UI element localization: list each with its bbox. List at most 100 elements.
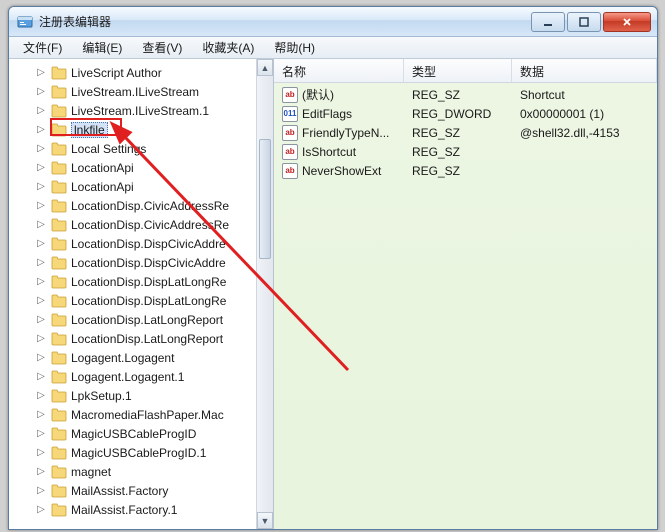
- expand-icon[interactable]: ▷: [35, 295, 47, 307]
- tree-item[interactable]: ▷LocationApi: [13, 158, 273, 177]
- maximize-button[interactable]: [567, 12, 601, 32]
- folder-icon: [51, 123, 67, 137]
- tree-item[interactable]: ▷ Local Settings: [13, 139, 273, 158]
- tree-item[interactable]: ▷lnkfile: [13, 120, 273, 139]
- expand-icon[interactable]: ▷: [35, 105, 47, 117]
- list-body[interactable]: ab(默认)REG_SZShortcut011EditFlagsREG_DWOR…: [274, 83, 657, 529]
- tree-item[interactable]: ▷ LocationDisp.LatLongReport: [13, 310, 273, 329]
- registry-tree: ▷LiveScript Author▷LiveStream.ILiveStrea…: [9, 59, 273, 523]
- tree-item[interactable]: ▷LocationDisp.LatLongReport: [13, 329, 273, 348]
- header-name[interactable]: 名称: [274, 59, 404, 82]
- list-row[interactable]: ab(默认)REG_SZShortcut: [274, 85, 657, 104]
- expand-icon[interactable]: ▷: [35, 200, 47, 212]
- expand-icon[interactable]: ▷: [35, 428, 47, 440]
- expand-icon[interactable]: ▷: [35, 371, 47, 383]
- scroll-thumb[interactable]: [259, 139, 271, 259]
- string-value-icon: ab: [282, 87, 298, 103]
- menu-favorites[interactable]: 收藏夹(A): [192, 37, 264, 58]
- tree-item[interactable]: ▷LocationDisp.DispCivicAddre: [13, 234, 273, 253]
- tree-item-label: LocationDisp.DispCivicAddre: [71, 256, 226, 270]
- window-buttons: [529, 12, 651, 32]
- tree-item[interactable]: ▷LocationApi: [13, 177, 273, 196]
- tree-item[interactable]: ▷MagicUSBCableProgID.1: [13, 443, 273, 462]
- expand-icon[interactable]: ▷: [35, 219, 47, 231]
- minimize-button[interactable]: [531, 12, 565, 32]
- tree-item-label: LocationDisp.LatLongReport: [71, 313, 223, 327]
- list-pane: 名称 类型 数据 ab(默认)REG_SZShortcut011EditFlag…: [274, 59, 657, 529]
- expand-icon[interactable]: ▷: [35, 485, 47, 497]
- expand-icon[interactable]: ▷: [35, 390, 47, 402]
- cell-type: REG_DWORD: [404, 107, 512, 121]
- header-type[interactable]: 类型: [404, 59, 512, 82]
- tree-item[interactable]: ▷LocationDisp.DispLatLongRe: [13, 291, 273, 310]
- expand-icon[interactable]: ▷: [35, 67, 47, 79]
- tree-item[interactable]: ▷LiveStream.ILiveStream.1: [13, 101, 273, 120]
- tree-item-label: Logagent.Logagent.1: [71, 370, 184, 384]
- list-row[interactable]: abFriendlyTypeN...REG_SZ@shell32.dll,-41…: [274, 123, 657, 142]
- close-button[interactable]: [603, 12, 651, 32]
- binary-value-icon: 011: [282, 106, 298, 122]
- tree-item-label: LpkSetup.1: [71, 389, 132, 403]
- tree-item[interactable]: ▷LocationDisp.DispLatLongRe: [13, 272, 273, 291]
- expand-icon[interactable]: ▷: [35, 314, 47, 326]
- expand-icon[interactable]: ▷: [35, 143, 47, 155]
- titlebar[interactable]: 注册表编辑器: [9, 7, 657, 37]
- scroll-up-button[interactable]: ▲: [257, 59, 273, 76]
- folder-icon: [51, 218, 67, 232]
- tree-item[interactable]: ▷ LocationDisp.DispCivicAddre: [13, 253, 273, 272]
- vertical-scrollbar[interactable]: ▲ ▼: [256, 59, 273, 529]
- folder-icon: [51, 161, 67, 175]
- expand-icon[interactable]: ▷: [35, 466, 47, 478]
- expand-icon[interactable]: ▷: [35, 181, 47, 193]
- list-row[interactable]: abIsShortcutREG_SZ: [274, 142, 657, 161]
- folder-icon: [51, 275, 67, 289]
- expand-icon[interactable]: ▷: [35, 504, 47, 516]
- expand-icon[interactable]: ▷: [35, 409, 47, 421]
- cell-data: 0x00000001 (1): [512, 107, 657, 121]
- folder-icon: [51, 408, 67, 422]
- expand-icon[interactable]: ▷: [35, 238, 47, 250]
- menu-file[interactable]: 文件(F): [13, 37, 72, 58]
- folder-icon: [51, 199, 67, 213]
- window-title: 注册表编辑器: [39, 13, 529, 30]
- menu-help[interactable]: 帮助(H): [264, 37, 325, 58]
- expand-icon[interactable]: ▷: [35, 333, 47, 345]
- cell-type: REG_SZ: [404, 145, 512, 159]
- menu-edit[interactable]: 编辑(E): [72, 37, 132, 58]
- expand-icon[interactable]: ▷: [35, 352, 47, 364]
- folder-icon: [51, 104, 67, 118]
- cell-name: abNeverShowExt: [274, 163, 404, 179]
- header-data[interactable]: 数据: [512, 59, 657, 82]
- tree-item[interactable]: ▷ magnet: [13, 462, 273, 481]
- expand-icon[interactable]: ▷: [35, 447, 47, 459]
- tree-item[interactable]: ▷ LpkSetup.1: [13, 386, 273, 405]
- list-header: 名称 类型 数据: [274, 59, 657, 83]
- expand-icon[interactable]: ▷: [35, 257, 47, 269]
- tree-item[interactable]: ▷MacromediaFlashPaper.Mac: [13, 405, 273, 424]
- tree-item[interactable]: ▷MailAssist.Factory.1: [13, 500, 273, 519]
- tree-item-label: magnet: [71, 465, 111, 479]
- expand-icon[interactable]: ▷: [35, 124, 47, 136]
- menu-view[interactable]: 查看(V): [132, 37, 192, 58]
- folder-icon: [51, 484, 67, 498]
- cell-name: abFriendlyTypeN...: [274, 125, 404, 141]
- scroll-down-button[interactable]: ▼: [257, 512, 273, 529]
- tree-item-label: Local Settings: [71, 142, 146, 156]
- tree-item[interactable]: ▷LocationDisp.CivicAddressRe: [13, 196, 273, 215]
- expand-icon[interactable]: ▷: [35, 162, 47, 174]
- tree-item[interactable]: ▷ Logagent.Logagent.1: [13, 367, 273, 386]
- expand-icon[interactable]: ▷: [35, 276, 47, 288]
- tree-item[interactable]: ▷LiveStream.ILiveStream: [13, 82, 273, 101]
- tree-pane[interactable]: ▷LiveScript Author▷LiveStream.ILiveStrea…: [9, 59, 274, 529]
- tree-item[interactable]: ▷MailAssist.Factory: [13, 481, 273, 500]
- folder-icon: [51, 503, 67, 517]
- list-row[interactable]: abNeverShowExtREG_SZ: [274, 161, 657, 180]
- tree-item[interactable]: ▷ Logagent.Logagent: [13, 348, 273, 367]
- expand-icon[interactable]: ▷: [35, 86, 47, 98]
- tree-item[interactable]: ▷LiveScript Author: [13, 63, 273, 82]
- tree-item[interactable]: ▷LocationDisp.CivicAddressRe: [13, 215, 273, 234]
- tree-item[interactable]: ▷MagicUSBCableProgID: [13, 424, 273, 443]
- tree-item-label: Logagent.Logagent: [71, 351, 174, 365]
- list-row[interactable]: 011EditFlagsREG_DWORD0x00000001 (1): [274, 104, 657, 123]
- value-name: FriendlyTypeN...: [302, 126, 389, 140]
